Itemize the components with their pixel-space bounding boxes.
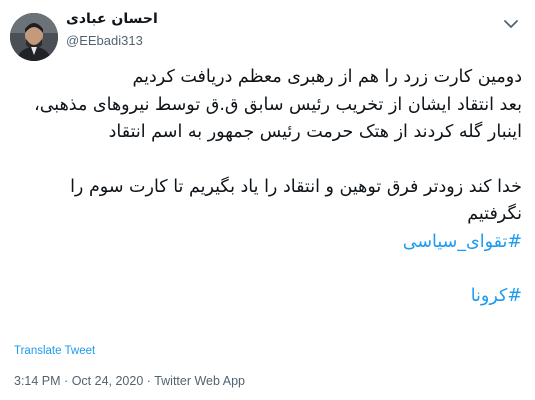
author-handle[interactable]: @EEbadi313 xyxy=(66,33,143,48)
profile-photo xyxy=(10,13,58,61)
tweet-time[interactable]: 3:14 PM xyxy=(14,374,61,388)
meta-separator: · xyxy=(64,374,69,388)
avatar[interactable] xyxy=(10,13,58,61)
tweet-date[interactable]: Oct 24, 2020 xyxy=(72,374,144,388)
hashtag-link[interactable]: #کرونا xyxy=(14,283,522,311)
tweet-text: دومین کارت زرد را هم از رهبری معظم دریاف… xyxy=(14,64,522,311)
translate-tweet-link[interactable]: Translate Tweet xyxy=(14,345,95,357)
hashtag-link[interactable]: #تقوای_سیاسی xyxy=(14,229,522,257)
meta-separator: · xyxy=(146,374,151,388)
tweet-meta: 3:14 PM · Oct 24, 2020 · Twitter Web App xyxy=(14,374,245,388)
tweet-line: بعد انتقاد ایشان از تخریب رئیس سابق ق.ق … xyxy=(34,94,522,143)
chevron-down-icon[interactable] xyxy=(501,14,521,34)
author-name[interactable]: احسان عبادی xyxy=(66,11,158,27)
tweet-line: خدا کند زودتر فرق توهین و انتقاد را یاد … xyxy=(70,176,522,225)
tweet-source[interactable]: Twitter Web App xyxy=(154,374,245,388)
tweet-line: دومین کارت زرد را هم از رهبری معظم دریاف… xyxy=(132,67,523,87)
